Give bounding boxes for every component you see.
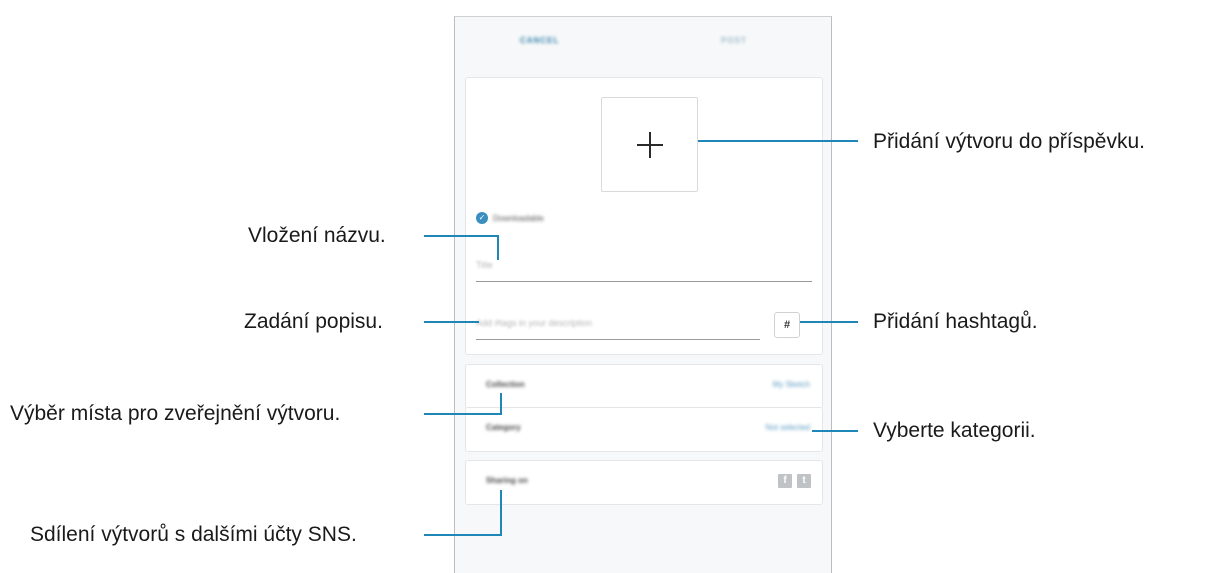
callout-line-hashtags	[800, 321, 858, 323]
callout-add-work: Přidání výtvoru do příspěvku.	[873, 130, 1145, 153]
callout-line-add-work	[698, 140, 858, 142]
callout-line-title-v	[497, 235, 499, 260]
callout-sharing: Sdílení výtvorů s dalšími účty SNS.	[30, 523, 357, 546]
sns-icons: f t	[778, 474, 811, 488]
sharing-label: Sharing on	[486, 476, 528, 485]
facebook-icon[interactable]: f	[778, 474, 792, 488]
callout-line-collection-v	[500, 393, 502, 415]
downloadable-toggle[interactable]: ✓ Downloadable	[476, 212, 544, 224]
callout-line-sharing-v	[500, 490, 502, 536]
action-bar: CANCEL POST	[455, 17, 831, 67]
title-placeholder: Title	[476, 260, 493, 270]
callout-description: Zadání popisu.	[244, 310, 383, 333]
callout-line-title-h	[424, 235, 499, 237]
callout-collection: Výběr místa pro zveřejnění výtvoru.	[10, 402, 341, 425]
description-placeholder: Add #tags in your description	[476, 318, 593, 328]
title-input[interactable]: Title	[476, 255, 812, 282]
collection-label: Collection	[486, 380, 525, 389]
plus-icon	[636, 131, 663, 158]
post-button[interactable]: POST	[721, 36, 747, 45]
callout-category: Vyberte kategorii.	[873, 419, 1036, 442]
twitter-icon[interactable]: t	[797, 474, 811, 488]
description-input[interactable]: Add #tags in your description	[476, 313, 760, 340]
checkmark-icon: ✓	[476, 212, 488, 224]
callout-line-category	[812, 430, 858, 432]
collection-row[interactable]: Collection My Sketch	[465, 364, 823, 409]
category-row[interactable]: Category Not selected	[465, 407, 823, 452]
callout-line-sharing-h	[424, 534, 502, 536]
downloadable-label: Downloadable	[493, 213, 544, 223]
callout-line-description	[424, 321, 479, 323]
cancel-button[interactable]: CANCEL	[520, 36, 559, 45]
callout-title: Vložení názvu.	[248, 224, 386, 247]
post-screen: CANCEL POST ✓ Downloadable Title Add #ta…	[454, 16, 832, 573]
hashtag-button[interactable]: #	[774, 312, 800, 338]
sharing-row: Sharing on	[465, 460, 823, 505]
category-value: Not selected	[765, 423, 810, 432]
callout-hashtags: Přidání hashtagů.	[873, 310, 1038, 333]
collection-value: My Sketch	[772, 380, 810, 389]
callout-line-collection-h	[424, 413, 502, 415]
add-work-button[interactable]	[601, 97, 698, 192]
category-label: Category	[486, 423, 521, 432]
